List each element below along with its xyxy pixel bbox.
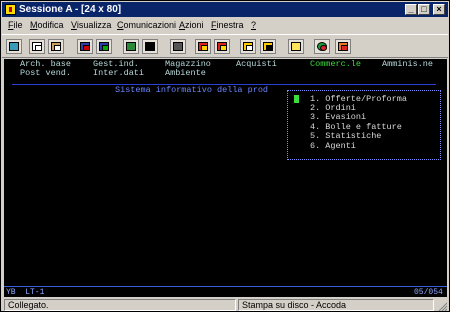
menu-inter-dati[interactable]: Inter.dati [93, 68, 144, 78]
monitor-icon[interactable] [142, 39, 158, 54]
support-icon[interactable] [335, 39, 351, 54]
submenu-popup: 1. Offerte/Proforma 2. Ordini 3. Evasion… [287, 90, 441, 160]
menu-commerc-le[interactable]: Commerc.le [310, 59, 361, 69]
close-button[interactable]: × [433, 4, 445, 15]
paste-icon[interactable] [48, 39, 64, 54]
menu-bar: File Modifica Visualizza Comunicazioni A… [2, 18, 448, 32]
connection-status: Collegato. [4, 299, 236, 311]
window-title: Sessione A - [24 x 80] [19, 4, 122, 15]
option-statistiche[interactable]: 5. Statistiche [310, 131, 381, 141]
print-status: Stampa su disco - Accoda [238, 299, 434, 311]
title-bar[interactable]: Sessione A - [24 x 80] _ □ × [2, 2, 448, 17]
status-bar: Collegato. Stampa su disco - Accoda [2, 298, 448, 312]
cursor-position: 05/054 [414, 288, 443, 297]
maximize-button[interactable]: □ [418, 4, 430, 15]
menu-comunicazioni[interactable]: Comunicazioni [117, 20, 176, 31]
option-agenti[interactable]: 6. Agenti [310, 141, 356, 151]
menu-finestra[interactable]: Finestra [211, 20, 244, 31]
menu-modifica[interactable]: Modifica [30, 20, 64, 31]
cursor-block [294, 95, 299, 103]
macro-list-icon[interactable] [260, 39, 276, 54]
keyboard-icon[interactable] [170, 39, 186, 54]
terminal-screen[interactable]: Arch. base Gest.ind. Magazzino Acquisti … [4, 59, 447, 296]
minimize-button[interactable]: _ [405, 4, 417, 15]
menu-file[interactable]: File [8, 20, 23, 31]
menu-help[interactable]: ? [251, 20, 256, 31]
record-macro-icon[interactable] [195, 39, 211, 54]
operator-info-area: YB LT-1 05/054 [4, 286, 447, 297]
emulator-window: Sessione A - [24 x 80] _ □ × File Modifi… [0, 0, 450, 312]
resize-grip-icon[interactable] [437, 301, 447, 311]
receive-file-icon[interactable] [96, 39, 112, 54]
send-file-icon[interactable] [77, 39, 93, 54]
toolbar [2, 34, 448, 58]
clipboard-icon[interactable] [288, 39, 304, 54]
copy-icon[interactable] [29, 39, 45, 54]
menu-acquisti[interactable]: Acquisti [236, 59, 277, 69]
stop-macro-icon[interactable] [240, 39, 256, 54]
app-icon[interactable] [5, 4, 16, 15]
menu-visualizza[interactable]: Visualizza [71, 20, 111, 31]
menu-azioni[interactable]: Azioni [179, 20, 204, 31]
print-screen-icon[interactable] [6, 39, 22, 54]
globe-icon[interactable] [314, 39, 330, 54]
menu-post-vend[interactable]: Post vend. [20, 68, 71, 78]
info-title: Sistema informativo della prod [115, 85, 269, 95]
menu-ambiente[interactable]: Ambiente [165, 68, 206, 78]
option-evasioni[interactable]: 3. Evasioni [310, 112, 366, 122]
display-icon[interactable] [123, 39, 139, 54]
play-macro-icon[interactable] [214, 39, 230, 54]
oia-indicators: YB LT-1 [6, 288, 45, 297]
menu-amminis-ne[interactable]: Amminis.ne [382, 59, 433, 69]
